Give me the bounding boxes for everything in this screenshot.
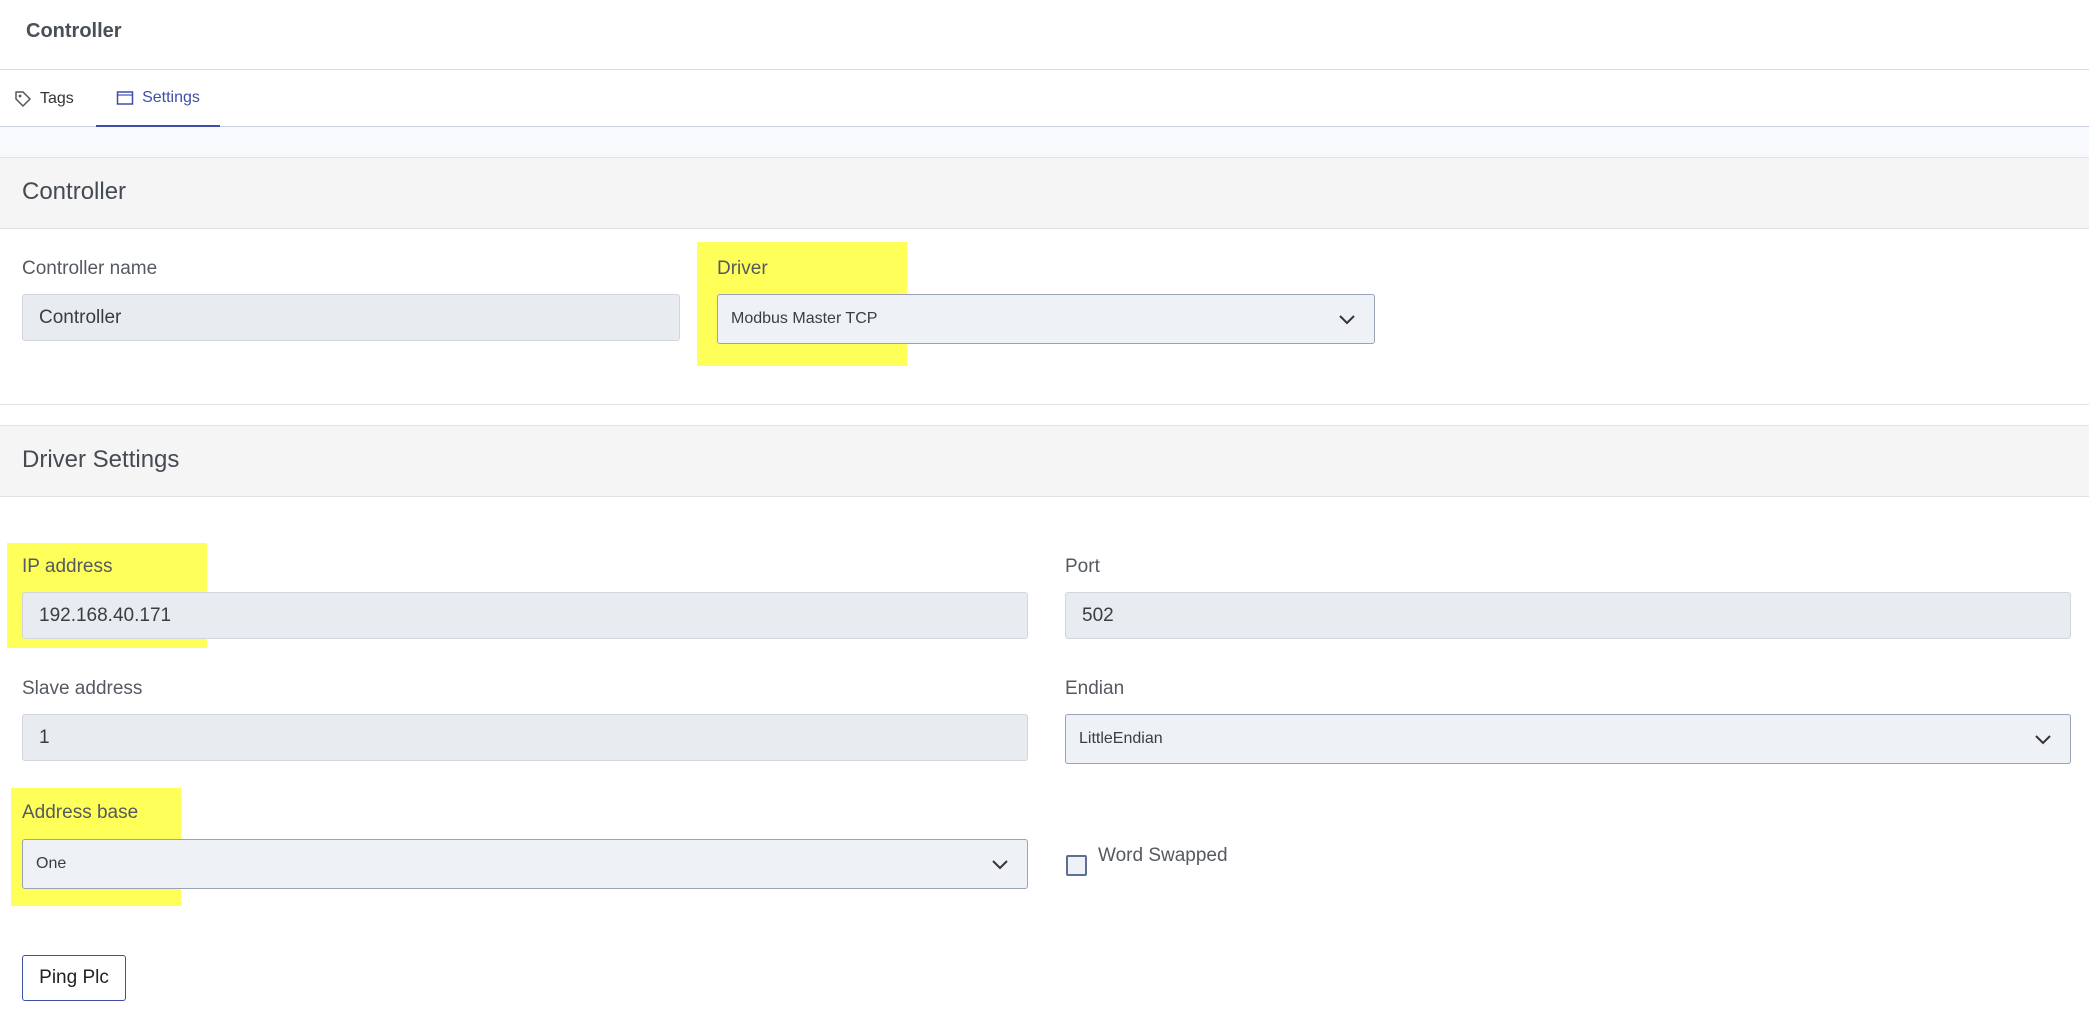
content-strip (0, 127, 2089, 157)
chevron-down-icon (2035, 735, 2051, 745)
ping-plc-button[interactable]: Ping Plc (22, 955, 126, 1001)
port-input[interactable]: 502 (1065, 592, 2071, 639)
chevron-down-icon (992, 860, 1008, 870)
tag-icon (14, 90, 32, 108)
slave-address-label: Slave address (22, 678, 143, 699)
word-swapped-checkbox[interactable] (1066, 855, 1087, 876)
driver-label: Driver (717, 258, 768, 279)
tab-tags[interactable]: Tags (14, 71, 94, 127)
tab-settings[interactable]: Settings (96, 71, 220, 127)
endian-label: Endian (1065, 678, 1125, 699)
address-base-select-value: One (36, 855, 67, 872)
word-swapped-label: Word Swapped (1098, 845, 1228, 866)
controller-section-title: Controller (22, 178, 127, 205)
page-title: Controller (26, 20, 122, 42)
driver-settings-header: Driver Settings (0, 425, 2089, 497)
tab-tags-label: Tags (40, 90, 74, 107)
ip-address-input[interactable]: 192.168.40.171 (22, 592, 1028, 639)
address-base-label: Address base (22, 802, 139, 823)
driver-settings-title: Driver Settings (22, 446, 180, 473)
slave-address-input[interactable]: 1 (22, 714, 1028, 761)
controller-name-input[interactable]: Controller (22, 294, 680, 341)
section-divider (0, 404, 2089, 405)
driver-select[interactable]: Modbus Master TCP (717, 294, 1375, 344)
ip-address-label: IP address (22, 556, 113, 577)
app-header: Controller (0, 0, 2089, 70)
tab-settings-label: Settings (142, 89, 200, 106)
controller-section-header: Controller (0, 157, 2089, 229)
endian-select-value: LittleEndian (1079, 730, 1163, 747)
window-icon (116, 89, 134, 107)
address-base-select[interactable]: One (22, 839, 1028, 889)
endian-select[interactable]: LittleEndian (1065, 714, 2071, 764)
driver-select-value: Modbus Master TCP (731, 310, 878, 327)
controller-name-label: Controller name (22, 258, 158, 279)
chevron-down-icon (1339, 315, 1355, 325)
port-label: Port (1065, 556, 1100, 577)
tab-bar: Tags Settings (0, 71, 2089, 127)
